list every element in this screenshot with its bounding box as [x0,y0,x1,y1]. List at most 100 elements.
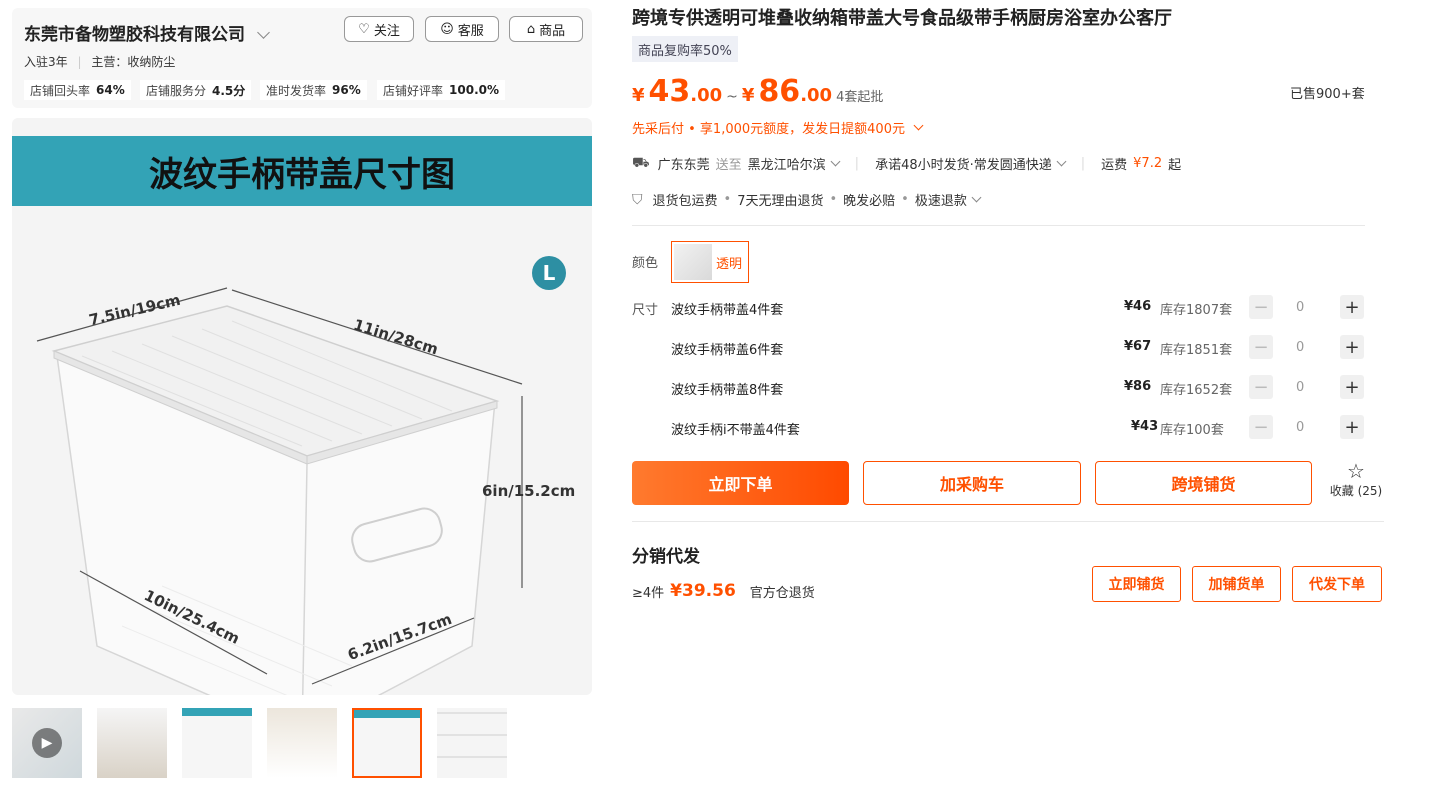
size-name: 波纹手柄i不带盖4件套 [671,423,800,438]
shop-card: 东莞市备物塑胶科技有限公司 ♡ 关注 ☺ 客服 ⌂ 商品 入驻3年 | 主营：收纳防尘… [12,8,592,108]
qty-decrease-button[interactable]: − [1249,415,1273,439]
favorite-count: (25) [1357,484,1383,498]
dropship-order-button[interactable]: 代发下单 [1292,566,1382,602]
shield-check-icon: ⛉ [632,191,643,208]
service-face-icon: ☺ [440,21,454,37]
star-icon[interactable]: ☆ [1326,460,1386,482]
qty-decrease-button[interactable]: − [1249,295,1273,319]
qty-value[interactable]: 0 [1296,340,1304,355]
customer-service-button[interactable]: ☺ 客服 [425,16,499,42]
storage-box-illustration [36,287,523,695]
distribution-price-row: ≥4件 ¥39.56 官方仓退货 [632,581,815,601]
buy-now-button[interactable]: 立即下单 [632,461,849,505]
freight-label: 运费 [1101,158,1128,173]
qty-decrease-button[interactable]: − [1249,335,1273,359]
shop-name[interactable]: 东莞市备物塑胶科技有限公司 [24,20,270,45]
price-low-dec: .00 [690,85,723,106]
color-label: 颜色 [632,256,659,271]
metric-repurchase: 店铺回头率 64% [24,80,131,100]
qty-value[interactable]: 0 [1296,420,1304,435]
divider [632,225,1365,226]
color-option-clear[interactable]: 透明 [671,241,749,283]
thumbnail-video[interactable]: ▶ [12,708,82,778]
metric-ontime-ship: 准时发货率 96% [260,80,367,100]
size-stock: 库存1807套 [1160,303,1233,318]
price-high-dec: .00 [800,85,833,106]
ship-from: 广东东莞 [657,158,710,173]
add-to-cart-button[interactable]: 加采购车 [863,461,1081,505]
currency-symbol: ¥ [632,85,645,106]
qty-increase-button[interactable]: + [1340,415,1364,439]
qty-increase-button[interactable]: + [1340,375,1364,399]
chevron-down-icon[interactable] [1056,156,1067,167]
size-price: ¥67 [1124,339,1152,354]
list-now-button[interactable]: 立即铺货 [1092,566,1181,602]
store-icon: ⌂ [526,21,536,37]
color-option-label: 透明 [716,256,743,272]
follow-button[interactable]: ♡ 关注 [344,16,414,42]
distribution-note: 官方仓退货 [749,585,815,601]
dim-right: 6in/15.2cm [482,482,576,500]
guarantee-row[interactable]: ⛉ 退货包运费 • 7天无理由退货 • 晚发必赔 • 极速退款 [632,190,982,209]
qty-increase-button[interactable]: + [1340,295,1364,319]
size-name: 波纹手柄带盖8件套 [671,383,784,398]
price-range: ¥ 43.00 ~ ¥ 86.00 4套起批 [632,74,883,109]
size-price: ¥86 [1124,379,1152,394]
main-product-image[interactable]: 波纹手柄带盖尺寸图 L 7.5in/19cm 11in/28cm 6in/15.… [12,118,592,695]
distribution-title: 分销代发 [632,547,700,567]
price-low-int: 43 [648,74,691,109]
price-tilde: ~ [726,89,738,105]
play-icon[interactable]: ▶ [32,728,62,758]
chevron-down-icon[interactable] [913,120,924,131]
product-title: 跨境专供透明可堆叠收纳箱带盖大号食品级带手柄厨房浴室办公客厅 [632,8,1172,29]
shop-years: 入驻3年 [24,55,68,69]
size-label: 尺寸 [632,303,659,318]
metric-service-score: 店铺服务分 4.5分 [140,80,252,100]
qty-value[interactable]: 0 [1296,300,1304,315]
qty-decrease-button[interactable]: − [1249,375,1273,399]
image-banner: 波纹手柄带盖尺寸图 [12,136,592,206]
divider [632,521,1384,522]
shop-info: 入驻3年 | 主营：收纳防尘 [24,55,176,69]
shop-main-business: 主营：收纳防尘 [91,55,176,69]
distribution-min-qty: ≥4件 [632,585,665,601]
ship-to[interactable]: 黑龙江哈尔滨 [748,154,826,173]
cross-border-button[interactable]: 跨境铺货 [1095,461,1312,505]
shop-products-button[interactable]: ⌂ 商品 [509,16,583,42]
size-price: ¥46 [1124,299,1152,314]
color-swatch-image [674,244,712,280]
thumbnail-grid[interactable] [437,708,507,778]
chevron-down-icon[interactable] [257,26,270,39]
sold-count: 已售900+套 [1290,87,1365,102]
currency-symbol-2: ¥ [741,85,755,106]
truck-icon: ⛟ [632,154,650,171]
qty-value[interactable]: 0 [1296,380,1304,395]
thumbnail-shelf[interactable] [267,708,337,778]
qty-increase-button[interactable]: + [1340,335,1364,359]
guarantee-item: 7天无理由退货 [737,194,824,209]
metric-good-rating: 店铺好评率 100.0% [377,80,505,100]
credit-info[interactable]: 先采后付 • 享1,000元额度，发发日提额400元 [632,118,924,137]
thumbnail-size-chart[interactable] [182,708,252,778]
thumbnail-stack[interactable] [97,708,167,778]
favorite-button[interactable]: ☆ 收藏 (25) [1326,460,1386,499]
repurchase-tag: 商品复购率50% [632,36,738,62]
guarantee-item: 退货包运费 [652,194,718,209]
min-order: 4套起批 [836,90,884,105]
distribution-price: ¥39.56 [670,581,736,601]
chevron-down-icon[interactable] [830,156,841,167]
size-stock: 库存1652套 [1160,383,1233,398]
size-name: 波纹手柄带盖4件套 [671,303,784,318]
thumbnail-selected[interactable] [352,708,422,778]
freight-suffix: 起 [1168,158,1182,173]
guarantee-item: 晚发必赔 [843,194,896,209]
heart-plus-icon: ♡ [358,21,370,37]
chevron-down-icon[interactable] [971,192,982,203]
favorite-label: 收藏 [1329,484,1354,498]
shipping-promise[interactable]: 承诺48小时发货·常发圆通快递 [875,154,1052,173]
freight-value: ¥7.2 [1133,156,1163,171]
shipping-row: ⛟ 广东东莞 送至 黑龙江哈尔滨 | 承诺48小时发货·常发圆通快递 | 运费 … [632,154,1182,174]
size-price: ¥43 [1131,419,1159,434]
ship-to-label: 送至 [715,158,742,173]
add-listing-button[interactable]: 加铺货单 [1192,566,1281,602]
